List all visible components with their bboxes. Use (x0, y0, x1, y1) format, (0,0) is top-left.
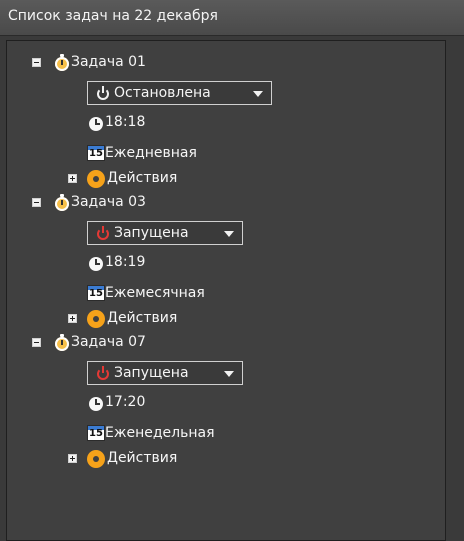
task-name[interactable]: Задача 03 (71, 194, 146, 210)
expand-icon[interactable] (68, 174, 77, 183)
calendar-icon: 15 (87, 425, 105, 441)
task-schedule: Ежемесячная (105, 285, 205, 301)
status-label: Запущена (114, 365, 189, 381)
status-dropdown[interactable]: Запущена (87, 221, 243, 245)
task-schedule: Ежедневная (105, 145, 197, 161)
calendar-day: 15 (89, 428, 103, 439)
task-time: 18:18 (105, 114, 146, 130)
collapse-icon[interactable] (32, 338, 41, 347)
task-time: 17:20 (105, 394, 146, 410)
status-dropdown[interactable]: Запущена (87, 361, 243, 385)
expand-icon[interactable] (68, 454, 77, 463)
calendar-icon: 15 (87, 145, 105, 161)
task-name[interactable]: Задача 07 (71, 334, 146, 350)
calendar-day: 15 (89, 288, 103, 299)
window-header: Список задач на 22 декабря (0, 0, 464, 36)
stopwatch-icon (55, 334, 69, 351)
task-name[interactable]: Задача 01 (71, 54, 146, 70)
power-icon (96, 366, 110, 380)
collapse-icon[interactable] (32, 198, 41, 207)
actions-node[interactable]: Действия (107, 310, 177, 326)
status-label: Остановлена (114, 85, 211, 101)
stopwatch-icon (55, 194, 69, 211)
chevron-down-icon (224, 371, 234, 377)
power-icon (96, 226, 110, 240)
expand-icon[interactable] (68, 314, 77, 323)
clock-icon (89, 257, 103, 271)
calendar-day: 15 (89, 148, 103, 159)
stopwatch-icon (55, 54, 69, 71)
task-time: 18:19 (105, 254, 146, 270)
chevron-down-icon (253, 91, 263, 97)
gear-icon (89, 172, 103, 186)
gear-icon (89, 452, 103, 466)
actions-node[interactable]: Действия (107, 450, 177, 466)
task-tree[interactable]: Задача 01 Остановлена 18:18 15 Ежедневна… (6, 40, 446, 541)
calendar-icon: 15 (87, 285, 105, 301)
page-title: Список задач на 22 декабря (8, 8, 218, 24)
gear-icon (89, 312, 103, 326)
task-schedule: Еженедельная (105, 425, 215, 441)
status-label: Запущена (114, 225, 189, 241)
clock-icon (89, 397, 103, 411)
clock-icon (89, 117, 103, 131)
actions-node[interactable]: Действия (107, 170, 177, 186)
status-dropdown[interactable]: Остановлена (87, 81, 272, 105)
collapse-icon[interactable] (32, 58, 41, 67)
power-icon (96, 86, 110, 100)
chevron-down-icon (224, 231, 234, 237)
